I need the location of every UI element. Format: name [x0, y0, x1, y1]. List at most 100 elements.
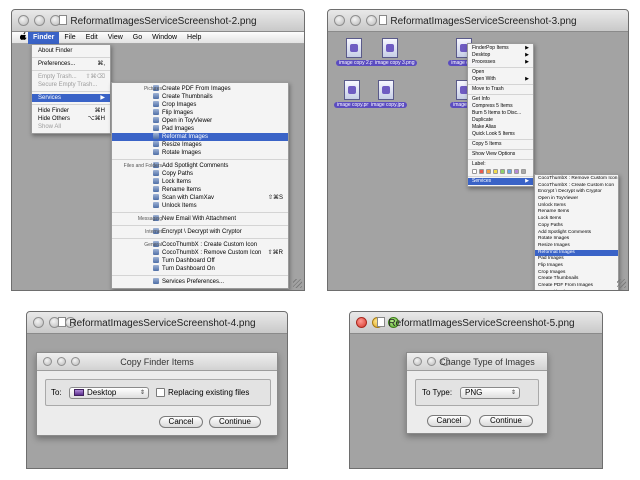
destination-popup[interactable]: Desktop ⇕	[69, 387, 149, 399]
replace-checkbox[interactable]	[156, 388, 165, 397]
file-icon-item[interactable]: image copy 3.png	[372, 38, 418, 66]
services-menu-item[interactable]: Lock Items	[112, 178, 288, 186]
window-titlebar: ReformatImagesServiceScreenshot-4.png	[27, 312, 287, 334]
services-menu-item[interactable]: Reformat Images	[112, 133, 288, 141]
menubar-item[interactable]: Window	[147, 32, 182, 44]
finder-menu-item[interactable]: Secure Empty Trash...	[32, 81, 110, 89]
window-titlebar: ReformatImagesServiceScreenshot-3.png	[328, 10, 628, 32]
services-submenu-item[interactable]: Pad Images	[535, 256, 618, 263]
menu-item-label: Resize Images	[538, 242, 570, 248]
context-menu-item[interactable]: Label:	[468, 161, 533, 168]
finder-menu-item[interactable]: Preferences... ⌘,	[32, 60, 110, 68]
menubar-item[interactable]: View	[103, 32, 128, 44]
menu-item-label: Create Thumbnails	[162, 94, 213, 100]
context-menu-item[interactable]: Burn 5 Items to Disc...	[468, 110, 533, 117]
finder-menu-item[interactable]: Empty Trash... ⇧⌘⌫	[32, 73, 110, 81]
services-submenu-item[interactable]: Resize Images	[535, 243, 618, 250]
label-color-swatch[interactable]	[479, 169, 484, 174]
continue-button[interactable]: Continue	[479, 415, 533, 427]
services-submenu-item[interactable]: Rotate Images	[535, 236, 618, 243]
services-submenu-item[interactable]: Create Thumbnails	[535, 276, 618, 283]
file-icon-item[interactable]: image copy.jpg	[368, 80, 408, 108]
finder-menu: About Finder Preferences... ⌘, Empty Trash.…	[31, 44, 111, 134]
finder-menu-item[interactable]: Hide Finder ⌘H	[32, 107, 110, 115]
file-icon-item[interactable]: image copy.png	[334, 80, 375, 108]
services-menu-item[interactable]: Pictures Create PDF From Images	[112, 85, 288, 93]
services-submenu-item[interactable]: Flip Images	[535, 263, 618, 270]
context-menu-item[interactable]: Open	[468, 69, 533, 76]
context-menu-item[interactable]: Processes ▶	[468, 59, 533, 66]
services-menu-item[interactable]: CocoThumbX : Remove Custom Icon ⇧⌘R	[112, 249, 288, 257]
context-menu-item[interactable]: Show View Options	[468, 151, 533, 158]
context-menu-item[interactable]: Make Alias	[468, 124, 533, 131]
services-menu-item[interactable]: Create Thumbnails	[112, 93, 288, 101]
menu-item-label: About Finder	[38, 48, 73, 54]
context-menu-item[interactable]: Quick Look 5 Items	[468, 131, 533, 138]
services-menu-item[interactable]: Rename Items	[112, 186, 288, 194]
file-icon-item[interactable]: image copy 2.png	[336, 38, 382, 66]
resize-grip[interactable]	[617, 279, 626, 288]
menubar-item[interactable]: File	[59, 32, 80, 44]
services-menu-item[interactable]: Turn Dashboard Off	[112, 257, 288, 265]
services-menu-item[interactable]: Flip Images	[112, 109, 288, 117]
menu-item-label: Copy Paths	[162, 171, 194, 177]
menu-separator	[468, 159, 533, 160]
services-menu-item[interactable]: Files and Folders Add Spotlight Comments	[112, 162, 288, 170]
continue-button[interactable]: Continue	[209, 416, 261, 428]
services-submenu-item[interactable]: Lock Items	[535, 216, 618, 223]
services-menu-item[interactable]: Pad Images	[112, 125, 288, 133]
context-menu-item[interactable]: Duplicate	[468, 117, 533, 124]
context-menu-item[interactable]: Services ▶	[468, 178, 533, 185]
menubar-item[interactable]: Finder	[28, 31, 60, 44]
label-color-swatch[interactable]	[493, 169, 498, 174]
label-color-swatch[interactable]	[514, 169, 519, 174]
services-menu-item[interactable]: Rotate Images	[112, 149, 288, 157]
menu-item-label: Services Preferences...	[162, 279, 225, 285]
label-color-swatch[interactable]	[472, 169, 477, 174]
services-menu-item[interactable]: Scan with ClamXav ⇧⌘S	[112, 194, 288, 202]
apple-menu-icon[interactable]	[16, 31, 28, 44]
type-value: PNG	[465, 388, 483, 397]
context-menu-item[interactable]: FinderPop Items ▶	[468, 45, 533, 52]
label-color-swatch[interactable]	[521, 169, 526, 174]
services-menu-item[interactable]: Crop Images	[112, 101, 288, 109]
services-submenu-item[interactable]: Copy Paths	[535, 223, 618, 230]
services-menu-item[interactable]: Unlock Items	[112, 202, 288, 210]
menubar-item[interactable]: Go	[128, 32, 147, 44]
services-menu-item[interactable]: Messaging New Email With Attachment	[112, 215, 288, 223]
menu-item-label: Open With	[472, 76, 496, 82]
context-menu-item[interactable]: Get Info	[468, 96, 533, 103]
type-popup[interactable]: PNG ⇕	[460, 387, 520, 399]
services-menu-item[interactable]: Copy Paths	[112, 170, 288, 178]
services-submenu-item[interactable]: Open in ToyViewer	[535, 196, 618, 203]
finder-menu-item[interactable]: Show All	[32, 123, 110, 131]
label-color-swatch[interactable]	[507, 169, 512, 174]
cancel-button[interactable]: Cancel	[159, 416, 203, 428]
cancel-button[interactable]: Cancel	[427, 415, 471, 427]
context-menu-item[interactable]: Copy 5 Items	[468, 141, 533, 148]
context-menu-item[interactable]: Compress 5 Items	[468, 103, 533, 110]
services-menu-item[interactable]: General CocoThumbX : Create Custom Icon	[112, 241, 288, 249]
menubar-item[interactable]: Edit	[81, 32, 103, 44]
services-menu-item[interactable]: Internet Encrypt \ Decrypt with Cryptor	[112, 228, 288, 236]
services-menu-item[interactable]: Turn Dashboard On	[112, 265, 288, 273]
label-color-swatch[interactable]	[486, 169, 491, 174]
services-menu-item[interactable]: Resize Images	[112, 141, 288, 149]
finder-menu-item[interactable]: About Finder	[32, 47, 110, 55]
file-name-label: image copy 3.png	[372, 60, 418, 66]
services-submenu-item[interactable]: CocoThumbX : Remove Custom Icon	[535, 176, 618, 183]
menubar-item[interactable]: Help	[182, 32, 206, 44]
services-menu-item[interactable]: Open in ToyViewer	[112, 117, 288, 125]
label-color-swatch[interactable]	[500, 169, 505, 174]
window-titlebar: ReformatImagesServiceScreenshot-5.png	[350, 312, 602, 334]
resize-grip[interactable]	[293, 279, 302, 288]
context-menu-item[interactable]: Move to Trash	[468, 86, 533, 93]
service-icon	[153, 109, 159, 115]
services-menu-item[interactable]: Services Preferences...	[112, 278, 288, 286]
services-submenu-item[interactable]: Scan with ClamXav	[535, 290, 618, 291]
context-menu-item[interactable]: Desktop ▶	[468, 52, 533, 59]
finder-menu-item[interactable]: Services ▶	[32, 94, 110, 102]
finder-menu-item[interactable]: Hide Others ⌥⌘H	[32, 115, 110, 123]
services-submenu-item[interactable]: Create PDF From Images	[535, 283, 618, 290]
context-menu-item[interactable]: Open With ▶	[468, 76, 533, 83]
